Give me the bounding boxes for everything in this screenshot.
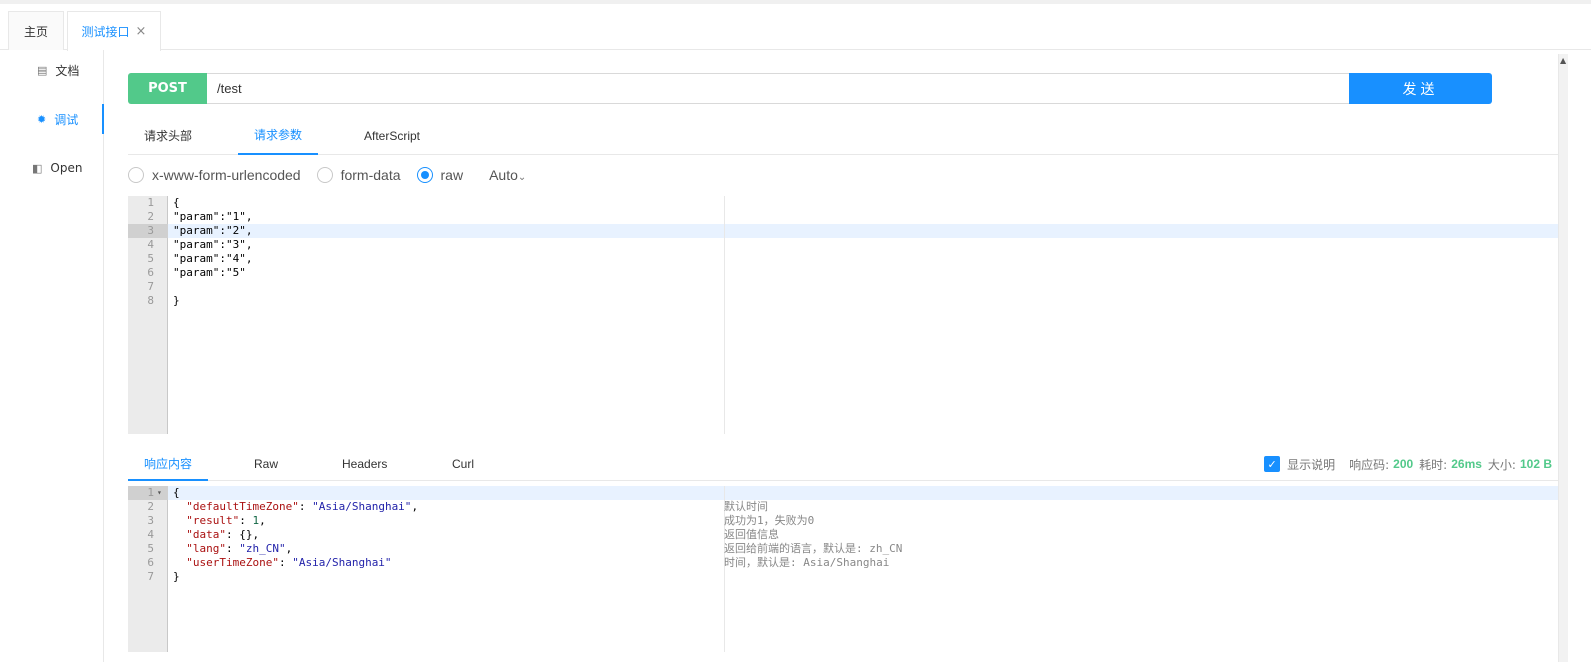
response-tabs: 响应内容 Raw Headers Curl ✓ 显示说明 响应码: 200 耗时… — [128, 447, 1558, 481]
code-line: "param":"3", — [173, 238, 253, 251]
time-label: 耗时: — [1419, 457, 1448, 472]
raw-format-dropdown[interactable]: Auto⌄ — [489, 167, 526, 183]
line-number: 3 — [147, 224, 154, 237]
request-body-editor[interactable]: 1 2 3 4 5 6 7 8 { "param":"1", "param":"… — [128, 196, 1558, 434]
fold-arrow-icon[interactable]: ▾ — [157, 486, 162, 500]
code-line: "result": 1, — [186, 514, 266, 527]
radio-label: form-data — [340, 167, 401, 183]
sidebar: ▤ 文档 ✹ 调试 ◧ Open — [0, 50, 104, 662]
radio-label: x-www-form-urlencoded — [152, 167, 301, 183]
code-line: "param":"1", — [173, 210, 253, 223]
code-line: "param":"5" — [173, 266, 246, 279]
radio-raw[interactable]: raw — [416, 167, 464, 183]
code-line: "param":"4", — [173, 252, 253, 265]
code-line: "userTimeZone": "Asia/Shanghai" — [186, 556, 392, 569]
close-icon[interactable]: × — [136, 24, 147, 39]
response-body-viewer[interactable]: 1 ▾ 2 3 4 5 6 7 { "defaultTimeZone": "As… — [128, 486, 1558, 652]
sidebar-item-debug[interactable]: ✹ 调试 — [0, 104, 104, 134]
radio-form-data[interactable]: form-data — [316, 167, 401, 183]
status-code-label: 响应码: — [1349, 457, 1390, 472]
line-number: 7 — [147, 280, 154, 293]
radio-urlencoded[interactable]: x-www-form-urlencoded — [128, 167, 301, 183]
tab-request-headers[interactable]: 请求头部 — [144, 116, 192, 155]
line-number: 5 — [147, 252, 154, 265]
radio-label: raw — [440, 167, 464, 183]
status-code-value: 200 — [1393, 457, 1414, 471]
url-bar: POST 发送 — [128, 73, 1492, 104]
line-number: 1 — [147, 486, 154, 499]
code-line: "data": {}, — [186, 528, 260, 541]
raw-format-value: Auto — [489, 167, 518, 183]
line-number: 6 — [147, 266, 154, 279]
url-input[interactable] — [207, 73, 1350, 104]
sidebar-item-open[interactable]: ◧ Open — [0, 153, 104, 183]
code-line: { — [173, 196, 180, 209]
document-icon: ▤ — [37, 63, 48, 77]
field-comment: 成功为1，失败为0 — [724, 514, 815, 527]
code-line: } — [173, 570, 180, 583]
active-line-highlight — [168, 486, 1558, 500]
tab-response-raw[interactable]: Raw — [254, 447, 278, 481]
active-line-highlight — [168, 224, 1558, 238]
sidebar-item-label: 调试 — [54, 112, 79, 127]
response-meta: ✓ 显示说明 响应码: 200 耗时: 26ms 大小: 102 B — [1264, 447, 1558, 481]
tab-bar: 主页 测试接口 × — [0, 4, 1591, 51]
line-number: 2 — [147, 210, 154, 223]
line-number: 3 — [147, 514, 154, 527]
size-label: 大小: — [1487, 457, 1516, 472]
line-number: 4 — [147, 528, 154, 541]
line-number: 6 — [147, 556, 154, 569]
line-number: 4 — [147, 238, 154, 251]
radio-circle — [128, 167, 144, 183]
file-icon: ◧ — [32, 161, 43, 175]
field-comment: 时间，默认是: Asia/Shanghai — [724, 556, 890, 569]
radio-circle — [316, 167, 333, 183]
line-number: 5 — [147, 542, 154, 555]
tab-home[interactable]: 主页 — [8, 11, 64, 50]
send-button[interactable]: 发送 — [1349, 73, 1492, 104]
request-tabs: 请求头部 请求参数 AfterScript — [128, 116, 1558, 155]
code-line: "defaultTimeZone": "Asia/Shanghai", — [186, 500, 419, 513]
bug-icon: ✹ — [37, 112, 47, 126]
show-description-checkbox[interactable]: ✓ — [1264, 456, 1281, 472]
code-line: { — [173, 486, 180, 499]
tab-request-params[interactable]: 请求参数 — [238, 116, 318, 155]
line-number: 2 — [147, 500, 154, 513]
tab-home-label: 主页 — [23, 24, 48, 39]
code-line: "lang": "zh_CN", — [186, 542, 293, 555]
scroll-up-icon[interactable]: ▲ — [1560, 56, 1566, 65]
show-description-label: 显示说明 — [1287, 457, 1336, 472]
line-number: 1 — [147, 196, 154, 209]
tab-after-script[interactable]: AfterScript — [364, 116, 420, 155]
tab-response-content[interactable]: 响应内容 — [128, 447, 208, 481]
tab-test-api[interactable]: 测试接口 × — [67, 11, 161, 51]
code-line: } — [173, 294, 180, 307]
time-value: 26ms — [1451, 457, 1482, 471]
field-comment: 默认时间 — [724, 500, 768, 513]
tab-response-headers[interactable]: Headers — [342, 447, 387, 481]
sidebar-item-label: 文档 — [55, 63, 80, 78]
field-comment: 返回给前端的语言，默认是: zh_CN — [724, 542, 903, 555]
tab-test-api-label: 测试接口 — [81, 25, 130, 39]
sidebar-item-label: Open — [50, 161, 83, 175]
radio-circle — [416, 167, 433, 183]
line-number: 8 — [147, 294, 154, 307]
body-type-selector: x-www-form-urlencoded form-data raw Auto… — [128, 164, 526, 186]
print-margin — [724, 196, 725, 434]
sidebar-item-docs[interactable]: ▤ 文档 — [0, 55, 104, 85]
method-selector[interactable]: POST — [128, 73, 207, 104]
chevron-down-icon: ⌄ — [517, 172, 527, 183]
line-number: 7 — [147, 570, 154, 583]
size-value: 102 B — [1519, 457, 1552, 471]
code-line: "param":"2", — [173, 224, 253, 237]
field-comment: 返回值信息 — [724, 528, 779, 541]
vertical-scrollbar[interactable]: ▲ — [1558, 54, 1568, 662]
tab-response-curl[interactable]: Curl — [452, 447, 474, 481]
